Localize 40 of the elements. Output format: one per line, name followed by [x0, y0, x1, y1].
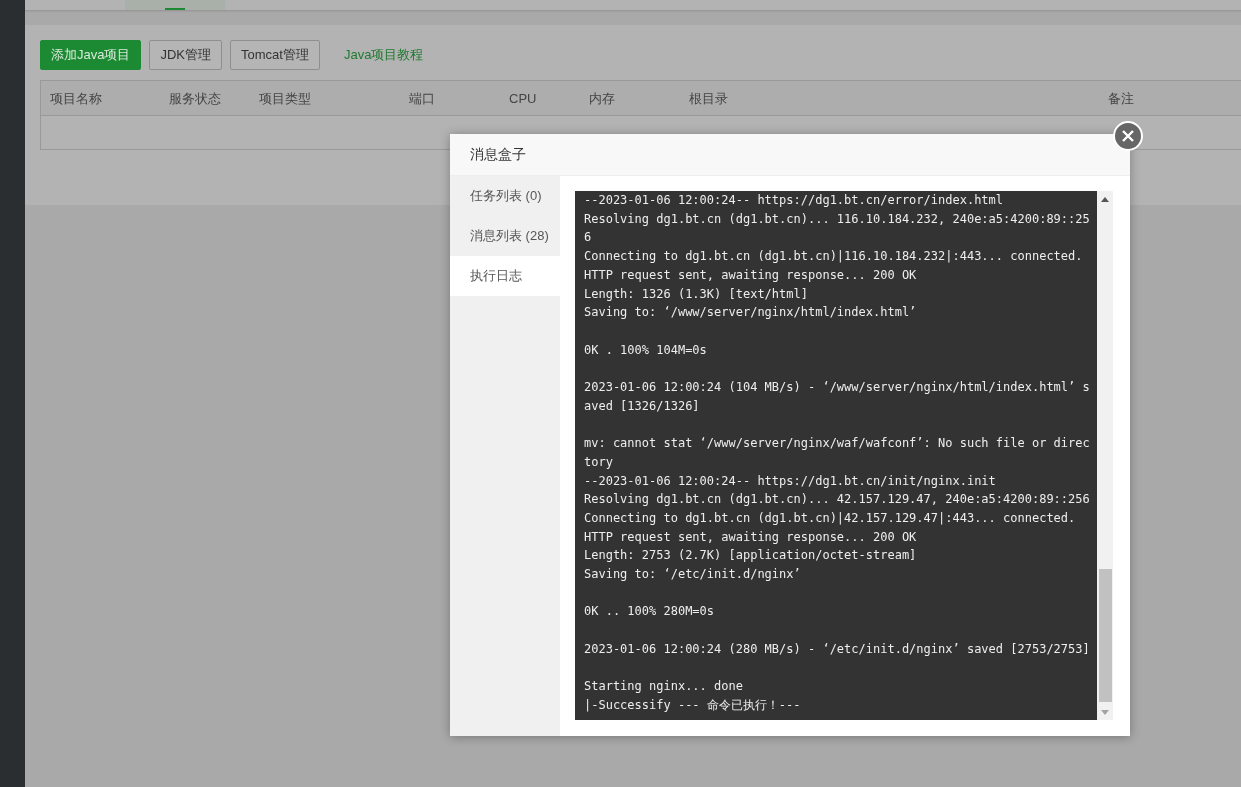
log-line: 0K . 100% 104M=0s — [584, 341, 707, 359]
log-line: tory — [584, 453, 613, 471]
column-header: 服务状态 — [169, 91, 221, 106]
toolbar-button[interactable]: 添加Java项目 — [40, 40, 142, 70]
column-header: 根目录 — [689, 91, 728, 106]
log-line: Length: 1326 (1.3K) [text/html] — [584, 285, 808, 303]
log-line: 2023-01-06 12:00:24 (280 MB/s) - ‘/etc/init.d/nginx’ saved [2753/2753] — [584, 640, 1090, 658]
scrollbar[interactable] — [1097, 191, 1113, 720]
column-header: 内存 — [589, 91, 615, 106]
column-header: 项目类型 — [259, 91, 311, 106]
log-line: |-Successify --- 命令已执行！--- — [584, 696, 801, 714]
log-line: mv: cannot stat ‘/www/server/nginx/waf/wafconf’: No such file or direc — [584, 435, 1090, 453]
log-line: 2023-01-06 12:00:24 (104 MB/s) - ‘/www/server/nginx/html/index.html’ s — [584, 379, 1090, 396]
log-line: Saving to: ‘/www/server/nginx/html/index.html’ — [584, 304, 917, 322]
scroll-thumb[interactable] — [1098, 569, 1112, 702]
toolbar-button[interactable]: Tomcat管理 — [230, 40, 320, 70]
close-icon — [1122, 130, 1134, 142]
column-header: 备注 — [1108, 91, 1134, 106]
log-line: 6 — [584, 229, 592, 247]
column-header: CPU — [509, 91, 537, 106]
nav-item[interactable]: 执行日志 — [450, 256, 560, 296]
log-line: Saving to: ‘/etc/init.d/nginx’ — [584, 566, 801, 583]
scroll-down-icon[interactable] — [1101, 710, 1109, 715]
log-line: --2023-01-06 12:00:24-- https://dg1.bt.cn/error/index.html — [584, 192, 1004, 209]
log-line: --2023-01-06 12:00:24-- https://dg1.bt.cn/init/nginx.init — [584, 472, 996, 490]
log-line: HTTP request sent, awaiting response... 200 OK — [584, 266, 917, 284]
log-line: Resolving dg1.bt.cn (dg1.bt.cn)... 116.10.184.232, 240e:a5:4200:89::25 — [584, 210, 1090, 228]
log-line: Length: 2753 (2.7K) [application/octet-stream] — [584, 547, 917, 565]
log-line: Starting nginx... done — [584, 678, 743, 696]
log-line: HTTP request sent, awaiting response... 200 OK — [584, 528, 917, 546]
dialog-title: 消息盒子 — [470, 145, 526, 164]
log-line: Connecting to dg1.bt.cn (dg1.bt.cn)|116.10.184.232|:443... connected. — [584, 248, 1083, 266]
column-header: 端口 — [409, 91, 435, 106]
scroll-up-icon[interactable] — [1101, 197, 1109, 202]
column-header: 项目名称 — [50, 91, 102, 106]
log-line: 0K .. 100% 280M=0s — [584, 603, 715, 621]
log-line: Connecting to dg1.bt.cn (dg1.bt.cn)|42.157.129.47|:443... connected. — [584, 509, 1076, 527]
log-line: Resolving dg1.bt.cn (dg1.bt.cn)... 42.157.129.47, 240e:a5:4200:89::256 — [584, 491, 1090, 509]
log-line: aved [1326/1326] — [584, 397, 700, 415]
toolbar-button[interactable]: JDK管理 — [149, 40, 223, 70]
